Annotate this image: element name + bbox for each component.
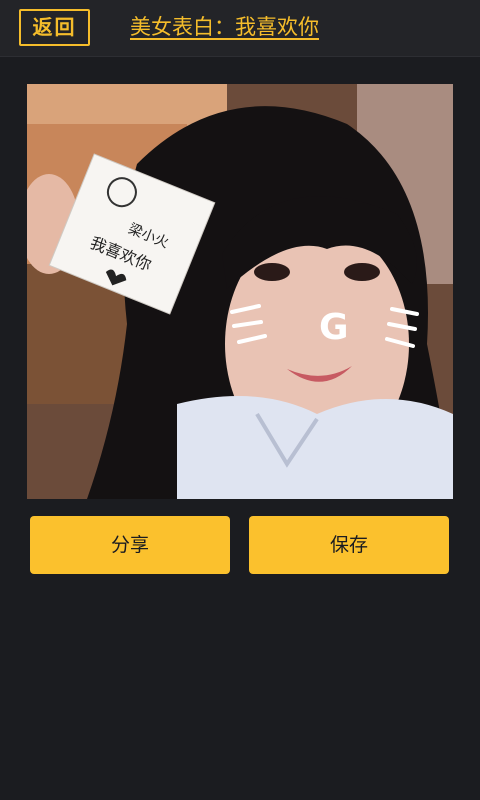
face-doodle-letter: G — [319, 307, 349, 348]
photo-illustration: G 梁小火 我喜欢你 — [27, 84, 453, 499]
page-title: 美女表白：我喜欢你 — [130, 15, 319, 39]
result-photo: G 梁小火 我喜欢你 — [27, 84, 453, 499]
share-button[interactable]: 分享 — [30, 516, 230, 574]
top-bar: 返回 美女表白：我喜欢你 — [0, 0, 480, 57]
back-button[interactable]: 返回 — [19, 9, 90, 46]
save-button[interactable]: 保存 — [249, 516, 449, 574]
